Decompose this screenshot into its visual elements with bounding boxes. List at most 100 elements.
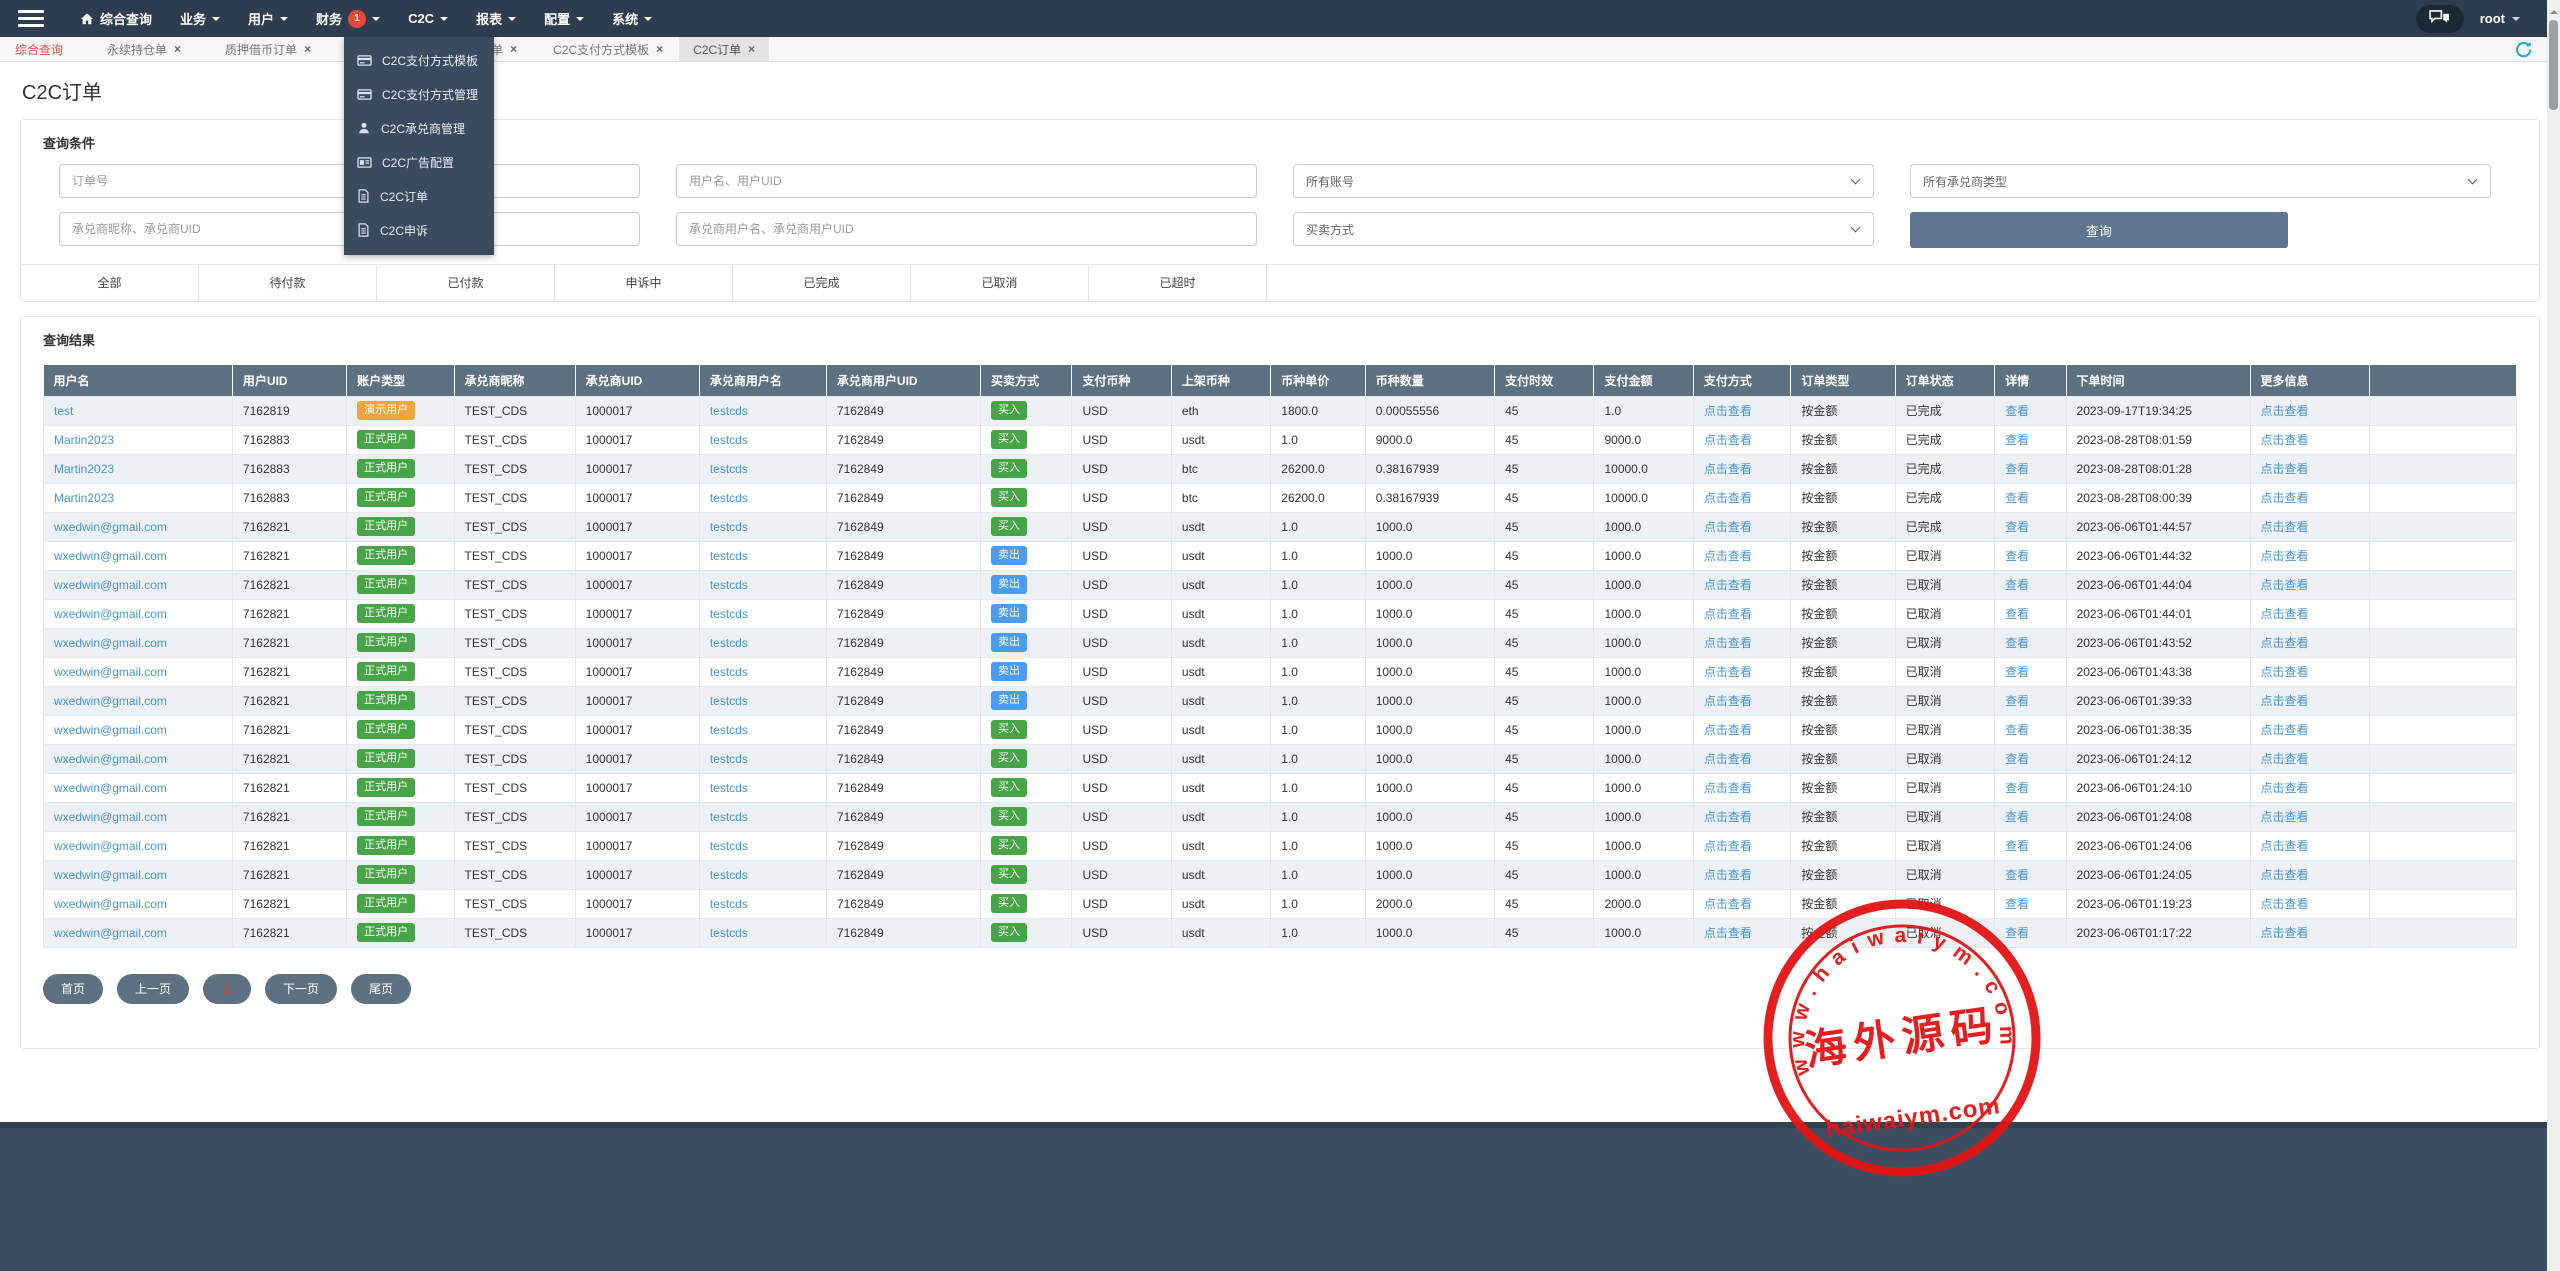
- menu-item-C2C支付方式管理[interactable]: C2C支付方式管理: [344, 77, 494, 111]
- cell-link[interactable]: 点击查看: [1704, 549, 1752, 563]
- status-tab-已超时[interactable]: 已超时: [1089, 265, 1267, 301]
- cell-link[interactable]: 点击查看: [1704, 839, 1752, 853]
- cell-link[interactable]: 点击查看: [1704, 810, 1752, 824]
- cell-link[interactable]: 点击查看: [2261, 607, 2309, 621]
- cell-link[interactable]: 查看: [2005, 578, 2029, 592]
- sidebar-toggle-button[interactable]: [18, 10, 44, 27]
- close-icon[interactable]: ×: [656, 42, 663, 56]
- cell-link[interactable]: wxedwin@gmail.com: [54, 607, 167, 621]
- page-button-首页[interactable]: 首页: [43, 974, 103, 1004]
- nav-item-配置[interactable]: 配置: [530, 0, 598, 37]
- menu-item-C2C支付方式模板[interactable]: C2C支付方式模板: [344, 43, 494, 77]
- cell-link[interactable]: testcds: [710, 549, 748, 563]
- cell-link[interactable]: wxedwin@gmail.com: [54, 694, 167, 708]
- page-button-尾页[interactable]: 尾页: [351, 974, 411, 1004]
- cell-link[interactable]: testcds: [710, 665, 748, 679]
- messages-button[interactable]: [2416, 5, 2464, 33]
- cell-link[interactable]: 查看: [2005, 665, 2029, 679]
- cell-link[interactable]: 点击查看: [2261, 781, 2309, 795]
- cell-link[interactable]: testcds: [710, 781, 748, 795]
- cell-link[interactable]: testcds: [710, 462, 748, 476]
- cell-link[interactable]: 查看: [2005, 897, 2029, 911]
- status-tab-已付款[interactable]: 已付款: [377, 265, 555, 301]
- cell-link[interactable]: 点击查看: [1704, 578, 1752, 592]
- status-tab-已完成[interactable]: 已完成: [733, 265, 911, 301]
- cell-link[interactable]: wxedwin@gmail.com: [54, 578, 167, 592]
- menu-item-C2C订单[interactable]: C2C订单: [344, 179, 494, 213]
- cell-link[interactable]: testcds: [710, 810, 748, 824]
- cell-link[interactable]: test: [54, 404, 73, 418]
- user-menu[interactable]: root: [2480, 11, 2520, 26]
- cell-link[interactable]: 查看: [2005, 926, 2029, 940]
- cell-link[interactable]: 点击查看: [1704, 491, 1752, 505]
- cell-link[interactable]: testcds: [710, 578, 748, 592]
- cell-link[interactable]: 查看: [2005, 433, 2029, 447]
- cell-link[interactable]: 点击查看: [2261, 839, 2309, 853]
- close-icon[interactable]: ×: [304, 42, 311, 56]
- nav-item-报表[interactable]: 报表: [462, 0, 530, 37]
- cell-link[interactable]: 点击查看: [2261, 810, 2309, 824]
- status-tab-已取消[interactable]: 已取消: [911, 265, 1089, 301]
- cell-link[interactable]: wxedwin@gmail.com: [54, 549, 167, 563]
- menu-item-C2C申诉[interactable]: C2C申诉: [344, 213, 494, 247]
- cell-link[interactable]: wxedwin@gmail.com: [54, 839, 167, 853]
- scroll-up-icon[interactable]: [2550, 6, 2558, 14]
- cell-link[interactable]: 点击查看: [1704, 520, 1752, 534]
- tab-C2C订单[interactable]: C2C订单×: [679, 37, 769, 61]
- tab-C2C支付方式模板[interactable]: C2C支付方式模板×: [553, 37, 663, 61]
- cell-link[interactable]: Martin2023: [54, 433, 114, 447]
- status-tab-待付款[interactable]: 待付款: [199, 265, 377, 301]
- user-input[interactable]: [676, 164, 1257, 198]
- cell-link[interactable]: 点击查看: [1704, 433, 1752, 447]
- nav-item-C2C[interactable]: C2C: [394, 0, 462, 37]
- nav-item-用户[interactable]: 用户: [234, 0, 302, 37]
- cell-link[interactable]: wxedwin@gmail.com: [54, 926, 167, 940]
- cell-link[interactable]: 点击查看: [2261, 549, 2309, 563]
- cell-link[interactable]: wxedwin@gmail.com: [54, 868, 167, 882]
- cell-link[interactable]: 查看: [2005, 752, 2029, 766]
- tab-单[interactable]: 单×: [491, 37, 517, 61]
- cell-link[interactable]: 查看: [2005, 462, 2029, 476]
- page-button-下一页[interactable]: 下一页: [265, 974, 337, 1004]
- cell-link[interactable]: Martin2023: [54, 491, 114, 505]
- nav-item-财务[interactable]: 财务1: [302, 0, 394, 37]
- close-icon[interactable]: ×: [510, 42, 517, 56]
- cell-link[interactable]: 点击查看: [2261, 868, 2309, 882]
- cell-link[interactable]: wxedwin@gmail.com: [54, 752, 167, 766]
- page-button-1[interactable]: 1: [203, 974, 251, 1004]
- cell-link[interactable]: testcds: [710, 607, 748, 621]
- menu-item-C2C广告配置[interactable]: C2C广告配置: [344, 145, 494, 179]
- cell-link[interactable]: 点击查看: [2261, 462, 2309, 476]
- refresh-icon[interactable]: [2515, 41, 2532, 61]
- cell-link[interactable]: 查看: [2005, 781, 2029, 795]
- cell-link[interactable]: testcds: [710, 926, 748, 940]
- cell-link[interactable]: wxedwin@gmail.com: [54, 636, 167, 650]
- cell-link[interactable]: 点击查看: [1704, 926, 1752, 940]
- cell-link[interactable]: 查看: [2005, 520, 2029, 534]
- cell-link[interactable]: 点击查看: [1704, 462, 1752, 476]
- cell-link[interactable]: 查看: [2005, 404, 2029, 418]
- cell-link[interactable]: 点击查看: [1704, 868, 1752, 882]
- cell-link[interactable]: testcds: [710, 636, 748, 650]
- cell-link[interactable]: 点击查看: [2261, 636, 2309, 650]
- tab-质押借币订单[interactable]: 质押借币订单×: [225, 37, 311, 61]
- cell-link[interactable]: testcds: [710, 404, 748, 418]
- cell-link[interactable]: 查看: [2005, 636, 2029, 650]
- cell-link[interactable]: 查看: [2005, 607, 2029, 621]
- menu-item-C2C承兑商管理[interactable]: C2C承兑商管理: [344, 111, 494, 145]
- close-icon[interactable]: ×: [748, 42, 755, 56]
- cell-link[interactable]: wxedwin@gmail.com: [54, 897, 167, 911]
- cell-link[interactable]: Martin2023: [54, 462, 114, 476]
- cell-link[interactable]: 点击查看: [2261, 491, 2309, 505]
- cell-link[interactable]: 查看: [2005, 491, 2029, 505]
- cell-link[interactable]: testcds: [710, 752, 748, 766]
- cell-link[interactable]: wxedwin@gmail.com: [54, 810, 167, 824]
- cell-link[interactable]: 查看: [2005, 723, 2029, 737]
- cell-link[interactable]: wxedwin@gmail.com: [54, 723, 167, 737]
- cell-link[interactable]: wxedwin@gmail.com: [54, 520, 167, 534]
- cell-link[interactable]: 点击查看: [1704, 404, 1752, 418]
- cell-link[interactable]: 点击查看: [2261, 694, 2309, 708]
- close-icon[interactable]: ×: [174, 42, 181, 56]
- account-select[interactable]: 所有账号: [1293, 164, 1874, 198]
- nav-item-业务[interactable]: 业务: [166, 0, 234, 37]
